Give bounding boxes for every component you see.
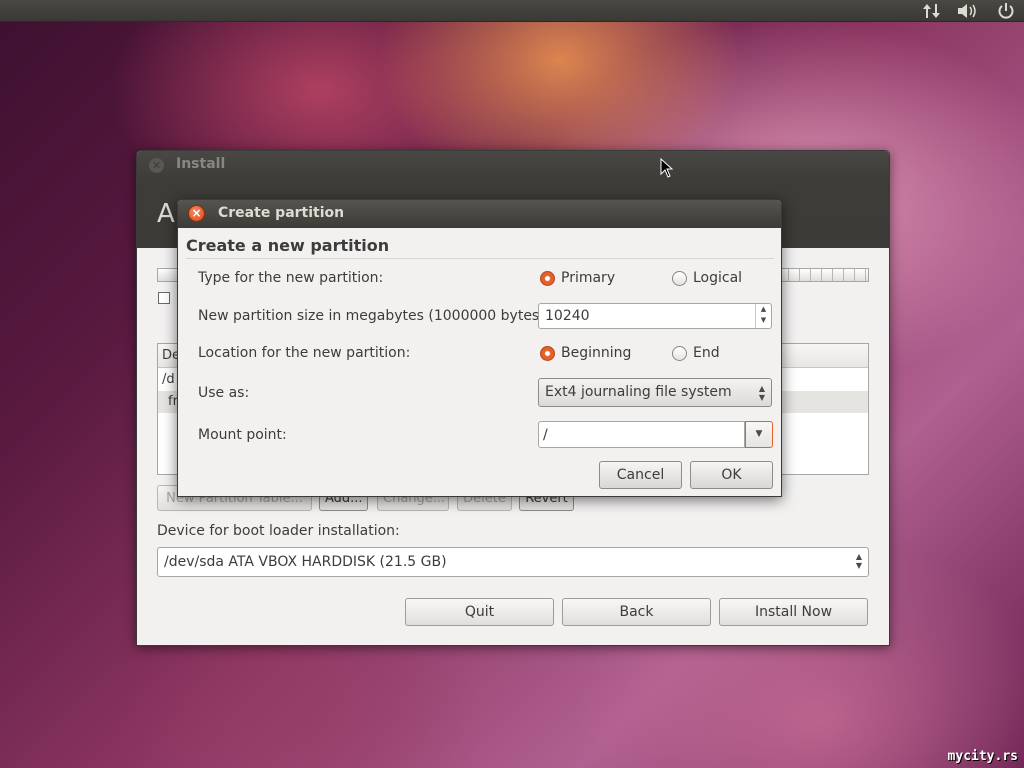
combo-arrows-icon: ▲ ▼ bbox=[855, 552, 862, 570]
create-partition-dialog: × Create partition Create a new partitio… bbox=[177, 199, 782, 497]
format-checkbox[interactable] bbox=[158, 292, 170, 304]
logical-radio-label[interactable]: Logical bbox=[693, 270, 742, 286]
boot-loader-value: /dev/sda ATA VBOX HARDDISK (21.5 GB) bbox=[164, 554, 447, 570]
dialog-separator bbox=[186, 258, 774, 259]
end-radio-label[interactable]: End bbox=[693, 345, 720, 361]
combo-arrows-icon: ▲ ▼ bbox=[758, 384, 765, 402]
use-as-label: Use as: bbox=[198, 385, 250, 401]
mount-point-input[interactable] bbox=[538, 421, 745, 448]
dialog-titlebar: × Create partition bbox=[178, 200, 781, 228]
partition-size-input[interactable] bbox=[538, 303, 772, 329]
close-icon[interactable]: × bbox=[188, 205, 205, 222]
primary-radio-label[interactable]: Primary bbox=[561, 270, 615, 286]
power-icon[interactable] bbox=[996, 2, 1016, 20]
beginning-radio[interactable] bbox=[540, 346, 555, 361]
partition-bar-ticks bbox=[778, 269, 868, 281]
close-icon[interactable]: ✕ bbox=[149, 158, 164, 173]
partition-type-label: Type for the new partition: bbox=[198, 270, 384, 286]
primary-radio[interactable] bbox=[540, 271, 555, 286]
use-as-value: Ext4 journaling file system bbox=[545, 384, 732, 400]
logical-radio[interactable] bbox=[672, 271, 687, 286]
ok-button[interactable]: OK bbox=[690, 461, 773, 489]
volume-icon[interactable] bbox=[956, 2, 980, 20]
quit-button[interactable]: Quit bbox=[405, 598, 554, 626]
network-updown-icon[interactable] bbox=[922, 2, 942, 20]
end-radio[interactable] bbox=[672, 346, 687, 361]
beginning-radio-label[interactable]: Beginning bbox=[561, 345, 631, 361]
chevron-down-icon[interactable]: ▼ bbox=[745, 421, 773, 448]
size-spin-buttons[interactable]: ▲ ▼ bbox=[755, 304, 771, 328]
boot-loader-select[interactable]: /dev/sda ATA VBOX HARDDISK (21.5 GB) ▲ ▼ bbox=[157, 547, 869, 577]
dialog-title: Create partition bbox=[218, 205, 345, 221]
partition-size-label: New partition size in megabytes (1000000… bbox=[198, 308, 550, 324]
mount-point-label: Mount point: bbox=[198, 427, 287, 443]
mouse-cursor-icon bbox=[660, 158, 674, 178]
back-button[interactable]: Back bbox=[562, 598, 711, 626]
cancel-button[interactable]: Cancel bbox=[599, 461, 682, 489]
boot-loader-label: Device for boot loader installation: bbox=[157, 523, 400, 539]
install-now-button[interactable]: Install Now bbox=[719, 598, 868, 626]
use-as-select[interactable]: Ext4 journaling file system ▲ ▼ bbox=[538, 378, 772, 407]
watermark: mycity.rs bbox=[947, 749, 1018, 764]
dialog-heading: Create a new partition bbox=[186, 236, 390, 255]
install-window-title: Install bbox=[176, 156, 226, 172]
top-panel bbox=[0, 0, 1024, 22]
partition-location-label: Location for the new partition: bbox=[198, 345, 411, 361]
